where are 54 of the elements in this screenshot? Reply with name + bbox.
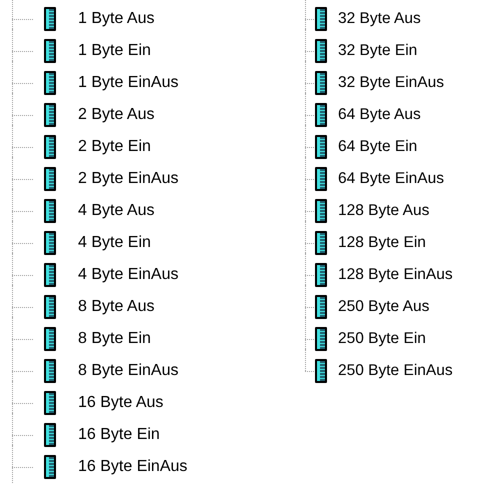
item-label[interactable]: 128 Byte EinAus — [338, 263, 453, 287]
module-icon — [315, 7, 327, 31]
module-icon — [44, 39, 56, 63]
module-icon — [315, 135, 327, 159]
item-label[interactable]: 1 Byte Aus — [78, 7, 154, 31]
module-icon — [315, 167, 327, 191]
item-label[interactable]: 32 Byte Aus — [338, 7, 421, 31]
module-icon — [315, 327, 327, 351]
module-icon — [44, 455, 56, 479]
module-icon — [44, 7, 56, 31]
item-label[interactable]: 2 Byte EinAus — [78, 167, 178, 191]
module-icon — [315, 231, 327, 255]
module-icon — [44, 327, 56, 351]
item-label[interactable]: 4 Byte Aus — [78, 199, 154, 223]
module-icon — [315, 199, 327, 223]
item-label[interactable]: 32 Byte Ein — [338, 39, 418, 63]
item-label[interactable]: 8 Byte Aus — [78, 295, 154, 319]
module-icon — [315, 359, 327, 383]
module-icon — [44, 103, 56, 127]
item-label[interactable]: 2 Byte Aus — [78, 103, 154, 127]
item-label[interactable]: 2 Byte Ein — [78, 135, 151, 159]
module-icon — [315, 71, 327, 95]
module-icon — [44, 199, 56, 223]
module-icon — [44, 231, 56, 255]
module-icon — [44, 263, 56, 287]
item-label[interactable]: 16 Byte Ein — [78, 423, 160, 447]
module-icon — [44, 391, 56, 415]
module-icon — [44, 423, 56, 447]
item-label[interactable]: 64 Byte Aus — [338, 103, 421, 127]
item-label[interactable]: 64 Byte Ein — [338, 135, 418, 159]
module-icon — [44, 295, 56, 319]
item-label[interactable]: 16 Byte EinAus — [78, 455, 188, 479]
module-icon — [44, 71, 56, 95]
item-label[interactable]: 1 Byte Ein — [78, 39, 151, 63]
item-label[interactable]: 8 Byte EinAus — [78, 359, 178, 383]
item-label[interactable]: 32 Byte EinAus — [338, 71, 444, 95]
module-icon — [315, 39, 327, 63]
item-label[interactable]: 64 Byte EinAus — [338, 167, 444, 191]
item-label[interactable]: 4 Byte Ein — [78, 231, 151, 255]
module-icon — [315, 103, 327, 127]
module-icon — [315, 295, 327, 319]
module-icon — [44, 135, 56, 159]
module-icon — [44, 167, 56, 191]
item-label[interactable]: 4 Byte EinAus — [78, 263, 178, 287]
item-label[interactable]: 250 Byte Ein — [338, 327, 426, 351]
item-label[interactable]: 250 Byte Aus — [338, 295, 430, 319]
item-label[interactable]: 250 Byte EinAus — [338, 359, 453, 383]
module-icon — [315, 263, 327, 287]
item-label[interactable]: 128 Byte Ein — [338, 231, 426, 255]
module-icon — [44, 359, 56, 383]
item-label[interactable]: 128 Byte Aus — [338, 199, 430, 223]
item-label[interactable]: 16 Byte Aus — [78, 391, 164, 415]
item-label[interactable]: 1 Byte EinAus — [78, 71, 178, 95]
item-label[interactable]: 8 Byte Ein — [78, 327, 151, 351]
